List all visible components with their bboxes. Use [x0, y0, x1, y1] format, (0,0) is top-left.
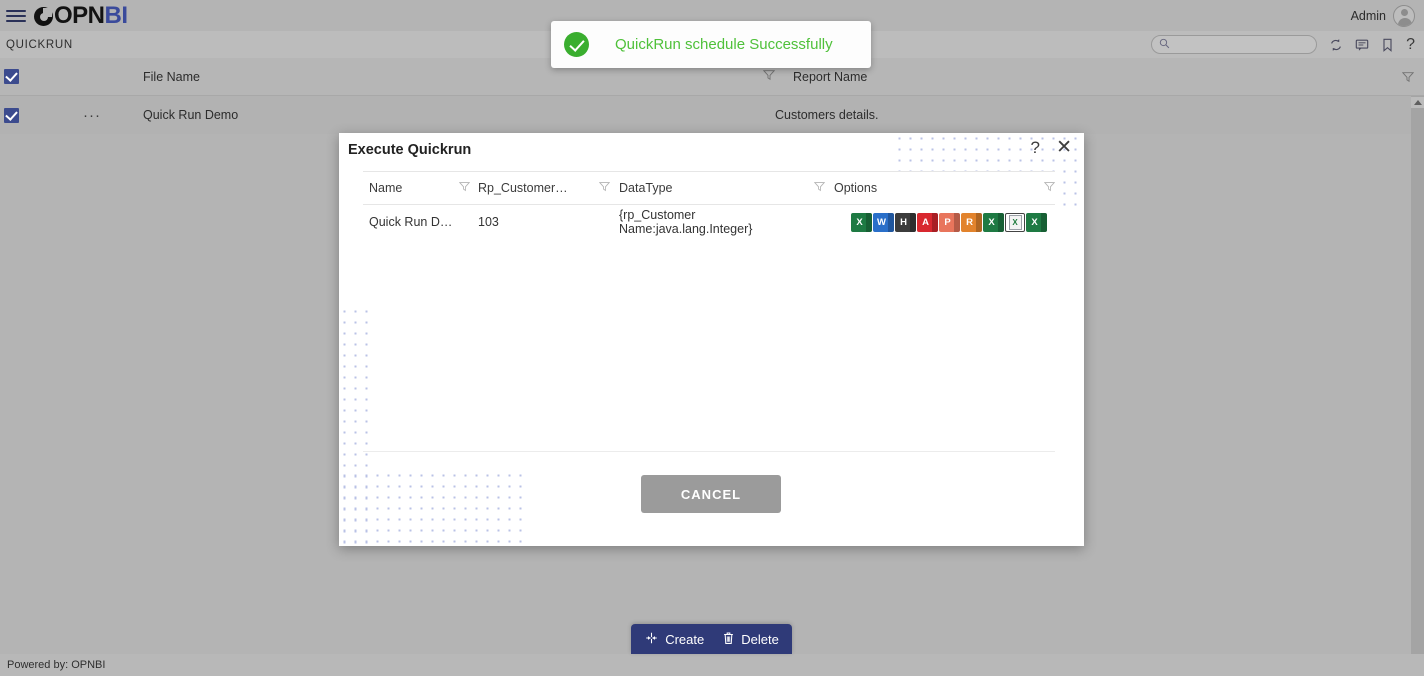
menu-icon[interactable] [6, 9, 26, 22]
filter-icon-file-name[interactable] [762, 68, 776, 86]
filter-icon-options[interactable] [1043, 181, 1056, 195]
app-logo: OPN BI [34, 2, 128, 30]
dialog-resize-dots-bottom-left [339, 470, 529, 546]
search-box[interactable] [1151, 35, 1318, 54]
column-header-file-name[interactable]: File Name [123, 70, 763, 84]
dialog-column-options-label: Options [834, 181, 878, 195]
select-all-checkbox[interactable] [4, 69, 19, 84]
app-root: OPN BI Admin QUICKRUN ? File Name Report… [0, 0, 1424, 676]
user-area[interactable]: Admin [1350, 4, 1415, 27]
filter-icon-rp-customer[interactable] [598, 181, 611, 195]
chip-fold [888, 212, 894, 232]
dialog-column-rp-customer[interactable]: Rp_Customer… [470, 181, 611, 195]
cancel-button[interactable]: CANCEL [641, 475, 781, 513]
chip-label: R [966, 216, 973, 228]
scroll-up-arrow-icon[interactable] [1411, 97, 1424, 108]
dialog-table: Name Rp_Customer… DataType Options Quick… [363, 171, 1056, 239]
export-html-icon[interactable]: H [895, 212, 916, 232]
logo-pie-icon [34, 7, 53, 26]
dialog-column-datatype[interactable]: DataType [610, 181, 826, 195]
chip-fold [1041, 212, 1047, 232]
export-excel-icon[interactable]: X [851, 212, 872, 232]
dialog-title: Execute Quickrun [348, 142, 472, 158]
dialog-column-datatype-label: DataType [619, 181, 673, 195]
cell-file-name: Quick Run Demo [143, 108, 239, 122]
delete-button[interactable]: Delete [722, 631, 779, 648]
delete-label: Delete [741, 631, 779, 647]
chip-fold [976, 212, 982, 232]
create-button[interactable]: Create [644, 631, 704, 648]
dialog-cell-rp-customer: 103 [478, 215, 499, 229]
chip-label: X [856, 216, 863, 228]
export-powerpoint-icon[interactable]: P [939, 212, 960, 232]
dialog-cell-options: XWHAPRXXX [825, 212, 1055, 232]
export-options-group: XWHAPRXXX [851, 212, 1055, 232]
export-csv-icon[interactable]: X [1026, 212, 1047, 232]
dialog-column-rp-customer-label: Rp_Customer… [478, 181, 568, 195]
dialog-column-name[interactable]: Name [363, 181, 471, 195]
help-icon[interactable]: ? [1406, 36, 1415, 53]
xls-file-glyph: X [1008, 214, 1022, 230]
avatar[interactable] [1393, 4, 1415, 27]
dialog-cell-name: Quick Run D… [369, 215, 453, 229]
chip-label: A [922, 216, 929, 228]
cell-report-name: Customers details. [775, 108, 879, 122]
create-label: Create [665, 631, 705, 647]
create-icon [644, 631, 659, 648]
refresh-icon[interactable] [1329, 38, 1343, 52]
success-check-icon [564, 32, 589, 57]
logo-text-blue: BI [104, 1, 129, 29]
toast-message: QuickRun schedule Successfully [615, 36, 833, 53]
toast-notification: QuickRun schedule Successfully [551, 21, 871, 68]
chip-fold [866, 212, 872, 232]
dialog-column-options[interactable]: Options [825, 181, 1056, 195]
chip-label: H [900, 216, 907, 228]
filter-icon-datatype[interactable] [813, 181, 826, 195]
chip-fold [998, 212, 1004, 232]
dialog-cell-datatype: {rp_Customer Name:java.lang.Integer} [619, 208, 753, 236]
export-word-icon[interactable]: W [873, 212, 894, 232]
vertical-scrollbar[interactable] [1411, 96, 1424, 676]
chip-fold [954, 212, 960, 232]
dialog-table-row: Quick Run D… 103 {rp_Customer Name:java.… [363, 205, 1055, 239]
user-label: Admin [1350, 8, 1386, 23]
chip-label: X [988, 216, 995, 228]
dialog-help-icon[interactable]: ? [1031, 138, 1040, 158]
close-icon[interactable]: ✕ [1056, 138, 1072, 157]
comment-icon[interactable] [1355, 38, 1369, 52]
filter-icon-report-name[interactable] [1401, 70, 1415, 88]
export-pdf-icon[interactable]: A [917, 212, 938, 232]
chip-label: P [944, 216, 951, 228]
execute-quickrun-dialog: Execute Quickrun ? ✕ Name Rp_Customer… D… [339, 133, 1084, 546]
trash-icon [722, 631, 735, 648]
dialog-column-name-label: Name [369, 181, 403, 195]
row-checkbox[interactable] [4, 107, 19, 123]
dialog-table-header: Name Rp_Customer… DataType Options [363, 171, 1056, 205]
sub-bar-tools: ? [1151, 35, 1415, 54]
table-row[interactable]: ··· Quick Run Demo Customers details. [0, 96, 1424, 134]
footer: Powered by: OPNBI [0, 654, 1424, 676]
search-input[interactable] [1174, 38, 1305, 51]
action-bar: Create Delete [631, 624, 792, 654]
breadcrumb: QUICKRUN [6, 38, 73, 51]
search-icon [1159, 36, 1170, 54]
export-rtf-icon[interactable]: R [961, 212, 982, 232]
bookmark-icon[interactable] [1381, 38, 1394, 52]
column-header-report-name[interactable]: Report Name [775, 70, 1335, 84]
chip-fold [910, 212, 916, 232]
logo-text-dark: OPN [54, 1, 105, 29]
export-xls-icon[interactable]: X [983, 212, 1004, 232]
chip-label: X [1031, 216, 1038, 228]
row-menu-icon[interactable]: ··· [61, 107, 123, 124]
dialog-table-body-empty [363, 239, 1055, 452]
chip-label: W [877, 216, 886, 228]
filter-icon-name[interactable] [458, 181, 471, 195]
export-xlsx-selected-icon[interactable]: X [1005, 212, 1025, 232]
chip-fold [932, 212, 938, 232]
footer-text: Powered by: OPNBI [7, 659, 106, 671]
